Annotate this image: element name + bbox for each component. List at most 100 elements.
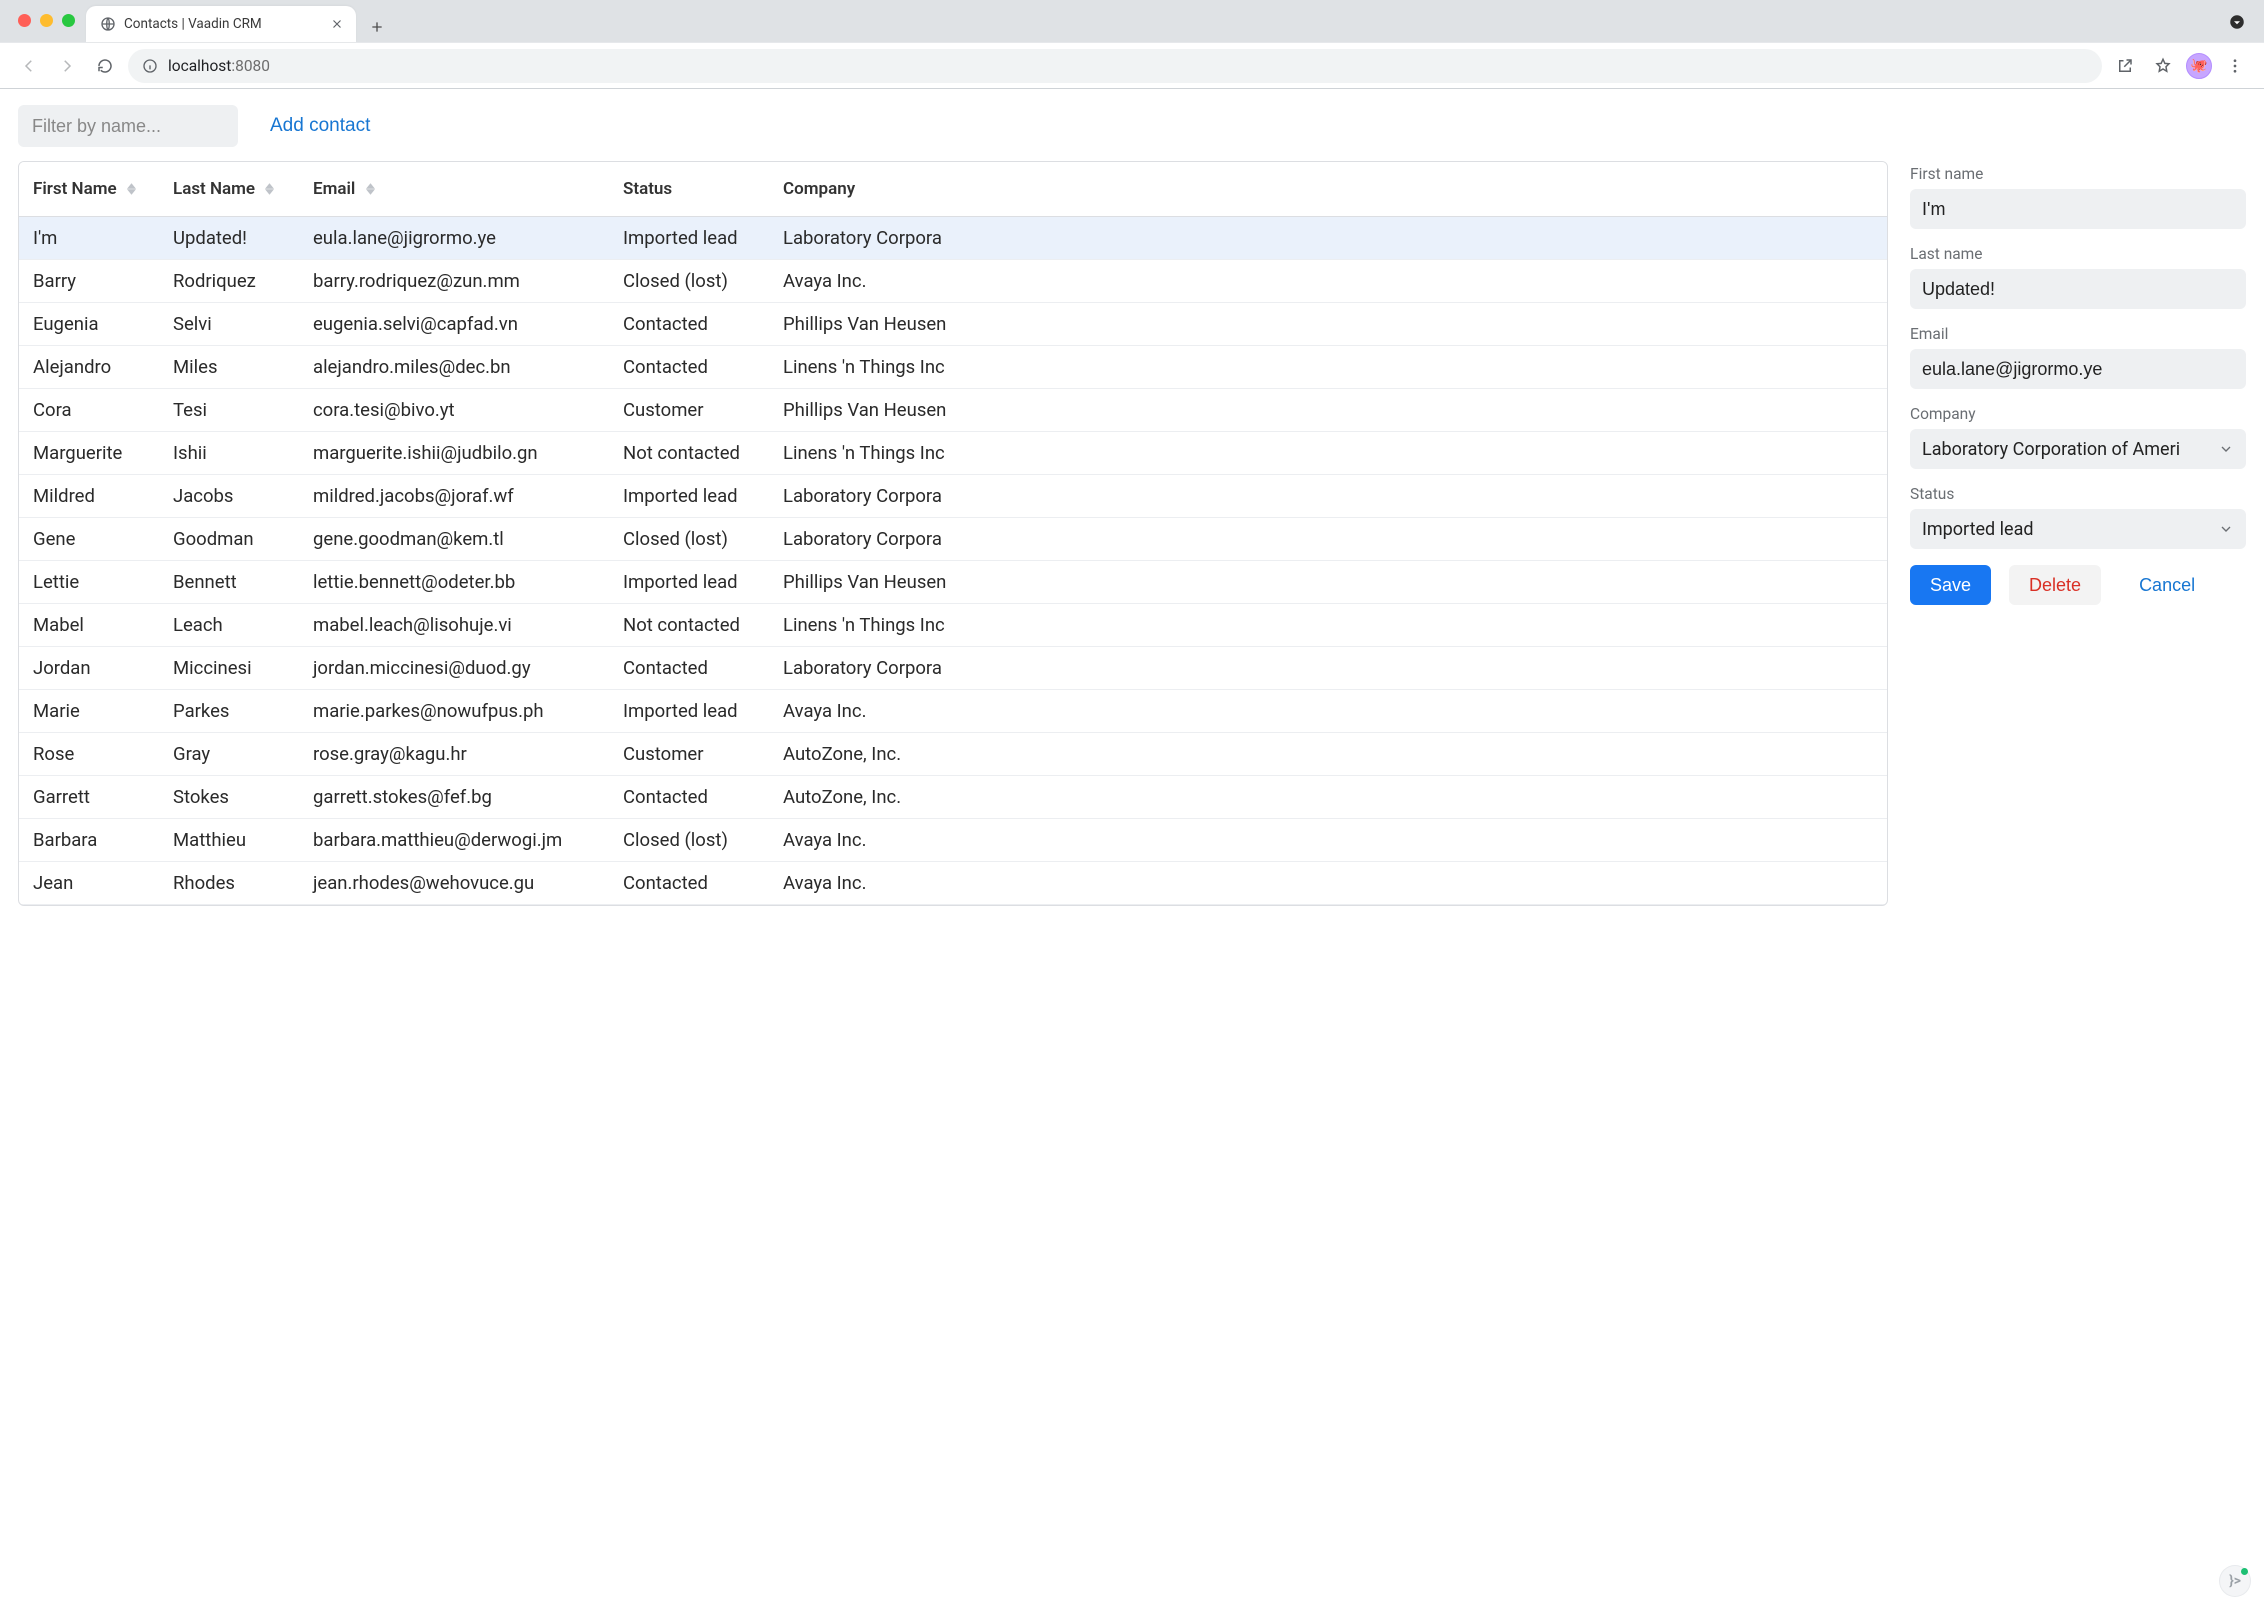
table-row[interactable]: I'mUpdated!eula.lane@jigrormo.yeImported…	[19, 216, 1887, 259]
table-row[interactable]: MarieParkesmarie.parkes@nowufpus.phImpor…	[19, 689, 1887, 732]
column-header-label: Email	[313, 179, 355, 199]
table-row[interactable]: GeneGoodmangene.goodman@kem.tlClosed (lo…	[19, 517, 1887, 560]
status-label: Status	[1910, 485, 2246, 503]
table-row[interactable]: MargueriteIshiimarguerite.ishii@judbilo.…	[19, 431, 1887, 474]
browser-tab[interactable]: Contacts | Vaadin CRM	[86, 6, 356, 42]
vaadin-devtools-icon[interactable]: }>	[2220, 1566, 2250, 1596]
window-close-icon[interactable]	[18, 14, 31, 27]
cell-first: Eugenia	[19, 302, 159, 345]
cell-company: Avaya Inc.	[769, 861, 1887, 904]
sort-icon	[366, 183, 375, 195]
table-row[interactable]: GarrettStokesgarrett.stokes@fef.bgContac…	[19, 775, 1887, 818]
column-header-company[interactable]: Company	[769, 162, 1887, 216]
window-maximize-icon[interactable]	[62, 14, 75, 27]
table-row[interactable]: RoseGrayrose.gray@kagu.hrCustomerAutoZon…	[19, 732, 1887, 775]
toolbar-row: Add contact	[18, 105, 2246, 147]
url-host: localhost	[168, 57, 231, 75]
cell-status: Not contacted	[609, 603, 769, 646]
table-row[interactable]: CoraTesicora.tesi@bivo.ytCustomerPhillip…	[19, 388, 1887, 431]
browser-chrome: Contacts | Vaadin CRM localhost:808	[0, 0, 2264, 89]
cell-last: Bennett	[159, 560, 299, 603]
open-external-icon[interactable]	[2110, 51, 2140, 81]
column-header-label: Company	[783, 179, 855, 199]
cell-status: Not contacted	[609, 431, 769, 474]
cell-email: eula.lane@jigrormo.ye	[299, 216, 609, 259]
tab-title: Contacts | Vaadin CRM	[124, 16, 322, 32]
url-port: :8080	[231, 57, 270, 75]
column-header-last-name[interactable]: Last Name	[159, 162, 299, 216]
browser-menu-icon[interactable]	[2220, 51, 2250, 81]
cell-first: Jean	[19, 861, 159, 904]
tab-strip: Contacts | Vaadin CRM	[0, 0, 2264, 42]
cell-first: Gene	[19, 517, 159, 560]
cell-first: Alejandro	[19, 345, 159, 388]
tab-overflow-icon[interactable]	[2228, 13, 2246, 31]
email-field[interactable]	[1910, 349, 2246, 389]
column-header-status[interactable]: Status	[609, 162, 769, 216]
cell-last: Leach	[159, 603, 299, 646]
cell-company: Laboratory Corpora	[769, 646, 1887, 689]
cell-last: Stokes	[159, 775, 299, 818]
first-name-field[interactable]	[1910, 189, 2246, 229]
window-traffic-lights	[18, 14, 75, 27]
column-header-first-name[interactable]: First Name	[19, 162, 159, 216]
cell-email: barbara.matthieu@derwogi.jm	[299, 818, 609, 861]
cell-first: Cora	[19, 388, 159, 431]
nav-back-button[interactable]	[14, 51, 44, 81]
tab-close-icon[interactable]	[330, 17, 344, 31]
page-content: Add contact First Name	[0, 89, 2264, 906]
cell-status: Contacted	[609, 302, 769, 345]
cell-status: Imported lead	[609, 689, 769, 732]
bookmark-star-icon[interactable]	[2148, 51, 2178, 81]
filter-input[interactable]	[18, 105, 238, 147]
nav-reload-button[interactable]	[90, 51, 120, 81]
site-info-icon[interactable]	[142, 58, 158, 74]
company-combobox[interactable]: Laboratory Corporation of Ameri	[1910, 429, 2246, 469]
url-text: localhost:8080	[168, 57, 270, 75]
cell-status: Contacted	[609, 861, 769, 904]
cell-email: lettie.bennett@odeter.bb	[299, 560, 609, 603]
contacts-grid: First Name Last Name	[18, 161, 1888, 906]
table-row[interactable]: BarbaraMatthieubarbara.matthieu@derwogi.…	[19, 818, 1887, 861]
column-header-email[interactable]: Email	[299, 162, 609, 216]
sort-icon	[265, 183, 274, 195]
status-combobox-value: Imported lead	[1922, 519, 2210, 540]
add-contact-button[interactable]: Add contact	[256, 107, 384, 145]
delete-button[interactable]: Delete	[2009, 565, 2101, 605]
company-label: Company	[1910, 405, 2246, 423]
new-tab-button[interactable]	[362, 12, 392, 42]
cell-first: Mabel	[19, 603, 159, 646]
cell-email: alejandro.miles@dec.bn	[299, 345, 609, 388]
cell-first: Marguerite	[19, 431, 159, 474]
table-row[interactable]: MabelLeachmabel.leach@lisohuje.viNot con…	[19, 603, 1887, 646]
cell-last: Miles	[159, 345, 299, 388]
cell-last: Miccinesi	[159, 646, 299, 689]
nav-forward-button[interactable]	[52, 51, 82, 81]
table-row[interactable]: JeanRhodesjean.rhodes@wehovuce.guContact…	[19, 861, 1887, 904]
save-button[interactable]: Save	[1910, 565, 1991, 605]
cell-first: Jordan	[19, 646, 159, 689]
table-row[interactable]: LettieBennettlettie.bennett@odeter.bbImp…	[19, 560, 1887, 603]
last-name-field[interactable]	[1910, 269, 2246, 309]
address-bar[interactable]: localhost:8080	[128, 49, 2102, 83]
cell-first: Rose	[19, 732, 159, 775]
cell-email: eugenia.selvi@capfad.vn	[299, 302, 609, 345]
table-row[interactable]: BarryRodriquezbarry.rodriquez@zun.mmClos…	[19, 259, 1887, 302]
table-row[interactable]: AlejandroMilesalejandro.miles@dec.bnCont…	[19, 345, 1887, 388]
window-minimize-icon[interactable]	[40, 14, 53, 27]
status-combobox[interactable]: Imported lead	[1910, 509, 2246, 549]
cell-status: Contacted	[609, 345, 769, 388]
table-row[interactable]: EugeniaSelvieugenia.selvi@capfad.vnConta…	[19, 302, 1887, 345]
cell-status: Imported lead	[609, 560, 769, 603]
cell-company: Phillips Van Heusen	[769, 388, 1887, 431]
sort-icon	[127, 183, 136, 195]
table-row[interactable]: JordanMiccinesijordan.miccinesi@duod.gyC…	[19, 646, 1887, 689]
cell-first: Mildred	[19, 474, 159, 517]
cell-first: Lettie	[19, 560, 159, 603]
cell-email: gene.goodman@kem.tl	[299, 517, 609, 560]
cancel-button[interactable]: Cancel	[2119, 565, 2215, 605]
cell-email: jordan.miccinesi@duod.gy	[299, 646, 609, 689]
profile-avatar[interactable]: 🐙	[2186, 53, 2212, 79]
table-row[interactable]: MildredJacobsmildred.jacobs@joraf.wfImpo…	[19, 474, 1887, 517]
cell-last: Updated!	[159, 216, 299, 259]
